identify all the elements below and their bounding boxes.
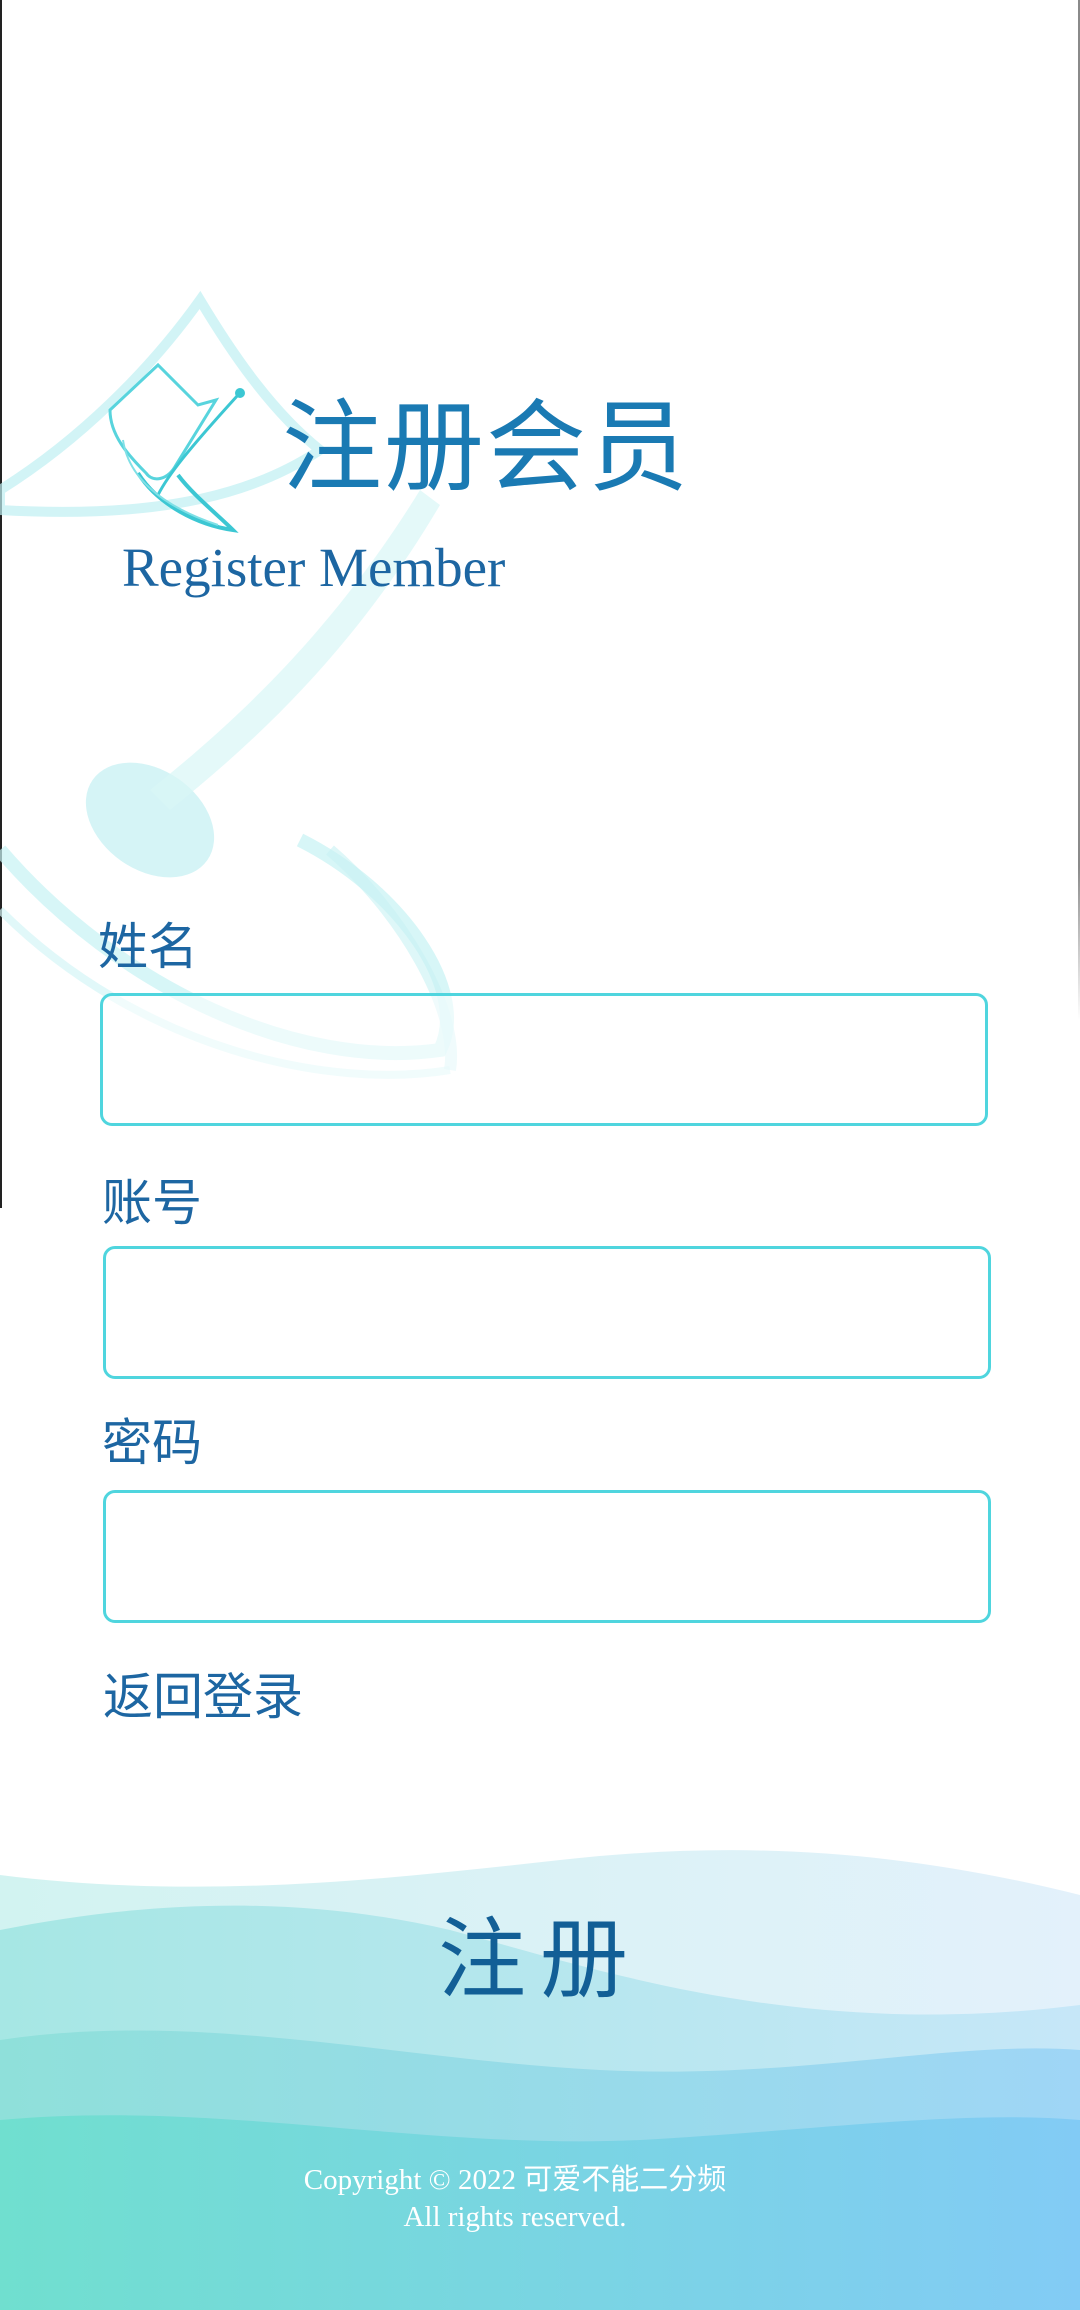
satellite-dish-icon	[108, 362, 245, 533]
name-input[interactable]	[100, 993, 988, 1126]
name-label: 姓名	[98, 918, 198, 976]
left-edge-line	[0, 0, 2, 1208]
wave-background	[0, 1850, 1080, 2310]
copyright-footer: Copyright © 2022 可爱不能二分频 All rights rese…	[0, 2162, 1030, 2236]
register-button[interactable]: 注册	[390, 1900, 690, 2020]
page-subtitle: Register Member	[122, 537, 506, 598]
copyright-line2: All rights reserved.	[403, 2201, 627, 2233]
password-input[interactable]	[103, 1490, 991, 1623]
copyright-line1: Copyright © 2022 可爱不能二分频	[303, 2164, 727, 2196]
account-input[interactable]	[103, 1246, 991, 1379]
account-label: 账号	[102, 1174, 202, 1232]
page-title: 注册会员	[282, 389, 690, 506]
register-screen: 注册会员 Register Member 姓名 账号 密码 返回登录 注册 Co…	[0, 0, 1080, 2310]
password-label: 密码	[102, 1414, 202, 1472]
back-to-login-link[interactable]: 返回登录	[103, 1672, 303, 1722]
